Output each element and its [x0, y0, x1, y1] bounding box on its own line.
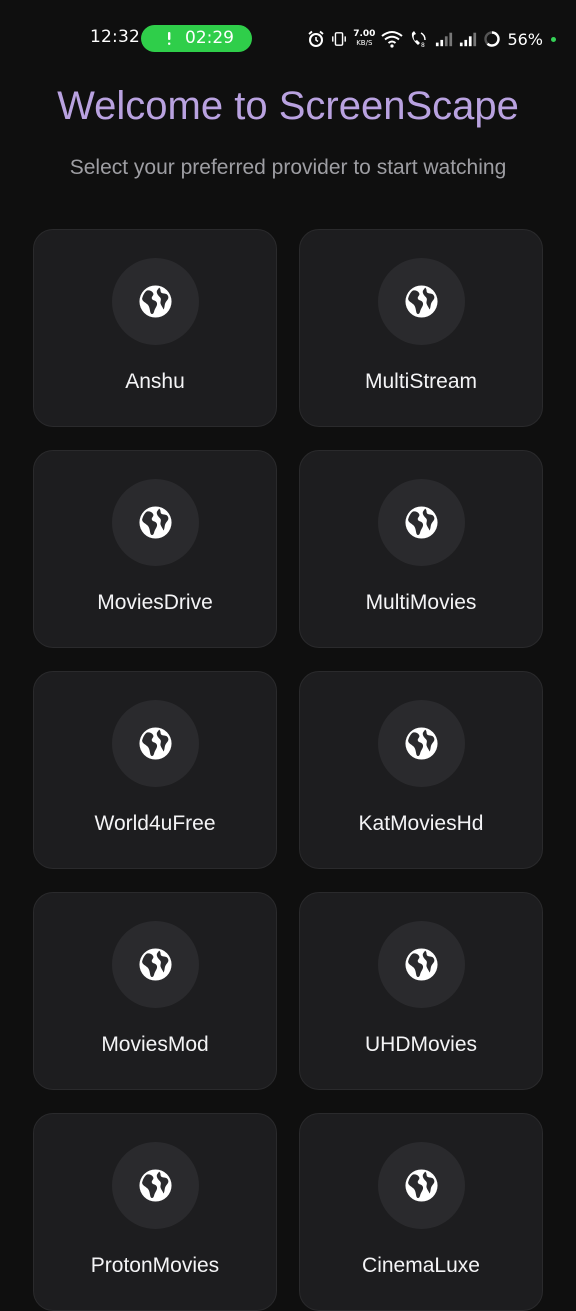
provider-name: MultiStream [364, 370, 478, 393]
provider-icon-circle [112, 258, 199, 345]
provider-name: MultiMovies [365, 591, 477, 614]
provider-name: KatMoviesHd [358, 812, 484, 835]
page-subtitle: Select your preferred provider to start … [69, 156, 507, 179]
status-icons: 7.00 KB/S 8 56% [307, 28, 556, 50]
globe-icon [139, 1169, 172, 1202]
provider-name: World4uFree [94, 812, 216, 835]
volte-icon: 8 [412, 31, 427, 48]
svg-text:8: 8 [421, 42, 425, 48]
globe-icon [405, 285, 438, 318]
network-speed-unit: KB/S [356, 39, 373, 47]
vibrate-icon [332, 32, 347, 46]
provider-card-multistream[interactable]: MultiStream [299, 229, 543, 427]
globe-icon [405, 1169, 438, 1202]
privacy-indicator-dot [551, 36, 556, 42]
page-title: Welcome to ScreenScape [57, 84, 519, 128]
provider-card-katmovieshd[interactable]: KatMoviesHd [299, 671, 543, 869]
provider-card-uhdmovies[interactable]: UHDMovies [299, 892, 543, 1090]
provider-card-protonmovies[interactable]: ProtonMovies [33, 1113, 277, 1311]
provider-name: MoviesMod [101, 1033, 209, 1056]
status-time: 12:32 [90, 27, 140, 47]
provider-card-anshu[interactable]: Anshu [33, 229, 277, 427]
provider-icon-circle [378, 700, 465, 787]
provider-card-moviesmod[interactable]: MoviesMod [33, 892, 277, 1090]
globe-icon [405, 506, 438, 539]
provider-icon-circle [378, 1142, 465, 1229]
provider-name: Anshu [125, 370, 185, 393]
signal-icon [436, 32, 453, 47]
globe-icon [139, 948, 172, 981]
provider-icon-circle [112, 1142, 199, 1229]
battery-ring-icon [484, 31, 501, 47]
globe-icon [139, 727, 172, 760]
globe-icon [139, 506, 172, 539]
provider-name: UHDMovies [364, 1033, 477, 1056]
globe-icon [405, 727, 438, 760]
provider-name: CinemaLuxe [362, 1254, 480, 1277]
ongoing-call-pill[interactable]: 02:29 [141, 25, 252, 52]
provider-icon-circle [112, 479, 199, 566]
alarm-icon [308, 30, 324, 47]
provider-name: MoviesDrive [97, 591, 213, 614]
provider-icon-circle [378, 921, 465, 1008]
call-alert-icon [168, 32, 171, 45]
provider-name: ProtonMovies [90, 1254, 220, 1277]
provider-grid: Anshu MultiStream MoviesDrive MultiMovie… [33, 229, 543, 1311]
wifi-icon [381, 31, 404, 48]
provider-icon-circle [112, 921, 199, 1008]
status-bar: 12:32 02:29 7.00 KB/S 8 56% [0, 0, 576, 78]
provider-icon-circle [378, 258, 465, 345]
provider-card-moviesdrive[interactable]: MoviesDrive [33, 450, 277, 648]
globe-icon [139, 285, 172, 318]
network-speed: 7.00 KB/S [353, 30, 375, 48]
provider-card-cinemaluxe[interactable]: CinemaLuxe [299, 1113, 543, 1311]
battery-percentage: 56% [507, 29, 543, 49]
globe-icon [405, 948, 438, 981]
provider-card-world4ufree[interactable]: World4uFree [33, 671, 277, 869]
network-speed-value: 7.00 [353, 29, 376, 39]
provider-icon-circle [112, 700, 199, 787]
signal-icon-secondary [460, 32, 477, 47]
call-timer: 02:29 [185, 28, 234, 48]
provider-icon-circle [378, 479, 465, 566]
provider-card-multimovies[interactable]: MultiMovies [299, 450, 543, 648]
